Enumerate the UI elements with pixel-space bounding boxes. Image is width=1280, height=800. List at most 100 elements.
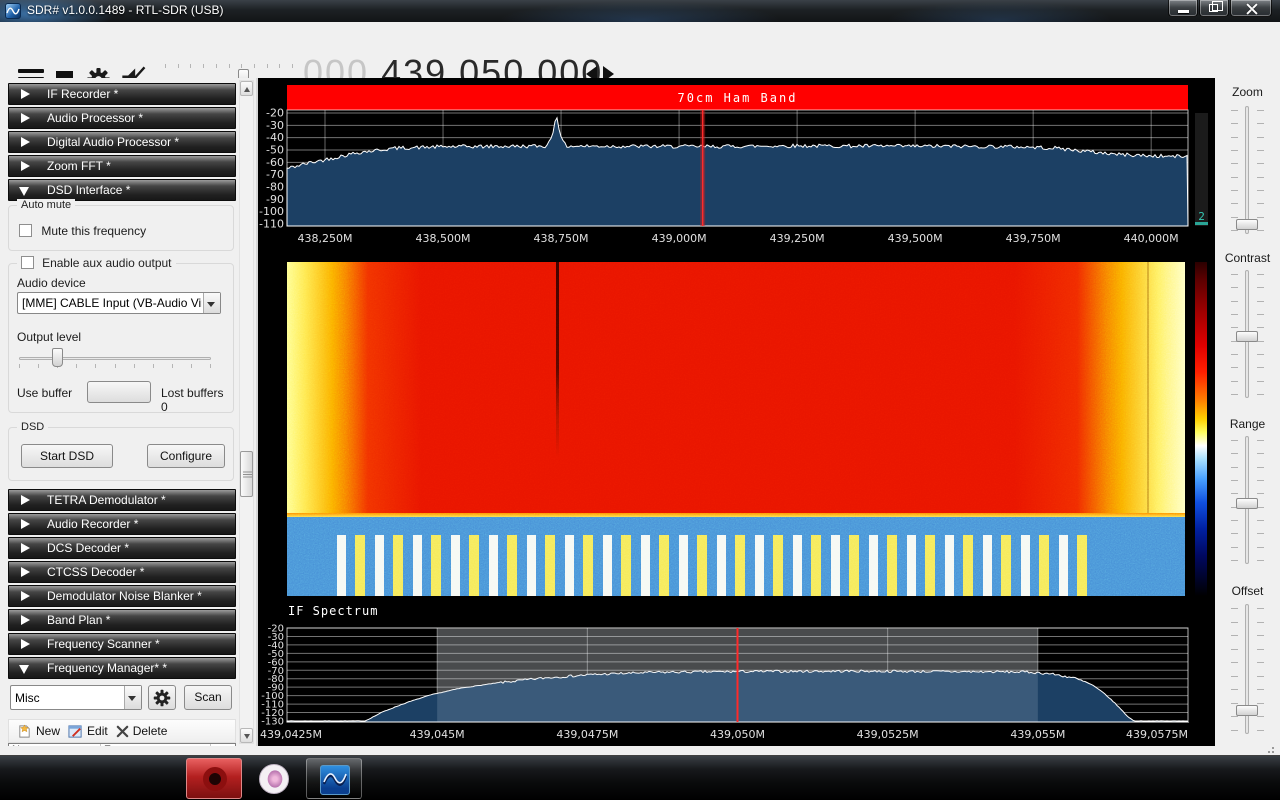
waterfall[interactable]: [258, 255, 1215, 596]
triangle-right-icon: [21, 591, 30, 601]
edit-label: Edit: [87, 724, 108, 738]
slider-tick: [1257, 547, 1264, 548]
panel-header-label: Demodulator Noise Blanker *: [47, 589, 202, 603]
y-axis-label: -100: [259, 205, 284, 218]
audio-device-value: [MME] CABLE Input (VB-Audio Virtual C: [22, 296, 202, 310]
mute-frequency-checkbox[interactable]: [19, 224, 32, 237]
slider-thumb-contrast[interactable]: [1236, 331, 1258, 342]
triangle-down-icon: [19, 665, 29, 674]
sidebar-panel-header[interactable]: Frequency Manager* *: [8, 657, 236, 679]
triangle-up-icon: [244, 87, 250, 92]
sidebar-panel-header[interactable]: Audio Processor *: [8, 107, 236, 129]
sidebar-panel-header[interactable]: DSD Interface *: [8, 179, 236, 201]
slider-tick: [1231, 649, 1238, 650]
audio-device-combo[interactable]: [MME] CABLE Input (VB-Audio Virtual C: [17, 292, 221, 314]
scroll-down-button[interactable]: [240, 728, 253, 743]
panel-header-label: TETRA Demodulator *: [47, 493, 166, 507]
opera-taskbar-button[interactable]: [186, 758, 242, 799]
freq-group-combo[interactable]: Misc: [10, 685, 142, 710]
scrollbar-thumb[interactable]: [240, 451, 253, 497]
x-axis-label: 439,250M: [770, 232, 825, 245]
x-axis-label: 439,0475M: [556, 728, 618, 741]
audio-device-combo-button[interactable]: [203, 293, 220, 313]
slider-tick: [1257, 730, 1264, 731]
configure-button[interactable]: Configure: [147, 444, 225, 468]
slider-tick: [1231, 123, 1238, 124]
slider-tick: [1257, 635, 1264, 636]
start-dsd-button[interactable]: Start DSD: [21, 444, 113, 468]
aux-audio-checkbox[interactable]: [21, 256, 34, 269]
sidebar-panel-header[interactable]: CTCSS Decoder *: [8, 561, 236, 583]
sidebar-panel-header[interactable]: Frequency Scanner *: [8, 633, 236, 655]
restore-button[interactable]: [1199, 0, 1229, 17]
slider-tick: [1257, 662, 1264, 663]
slider-tick: [1231, 137, 1238, 138]
sdrsharp-taskbar-button[interactable]: [306, 758, 362, 799]
slider-tick: [1231, 190, 1238, 191]
x-axis-label: 438,250M: [298, 232, 353, 245]
triangle-right-icon: [21, 543, 30, 553]
y-axis-label: -90: [266, 193, 284, 206]
panel-header-label: IF Recorder *: [47, 87, 118, 101]
slider-tick: [134, 364, 135, 368]
scroll-up-button[interactable]: [240, 81, 253, 96]
edit-button[interactable]: Edit: [68, 724, 108, 739]
slider-tick: [1257, 163, 1264, 164]
sidebar-panel-header[interactable]: IF Recorder *: [8, 83, 236, 105]
slider-tick: [1257, 716, 1264, 717]
taskbar: e RU: [0, 755, 1280, 800]
scan-button[interactable]: Scan: [184, 685, 232, 710]
freq-group-combo-button[interactable]: [124, 686, 141, 709]
sidebar-panel-header[interactable]: Zoom FFT *: [8, 155, 236, 177]
restore-icon: [1209, 4, 1218, 12]
slider-label-zoom: Zoom: [1215, 85, 1280, 99]
sidebar-scrollbar[interactable]: [239, 80, 254, 744]
sidebar-panel-header[interactable]: Digital Audio Processor *: [8, 131, 236, 153]
use-buffer-toggle[interactable]: [87, 381, 151, 403]
slider-tick: [1257, 367, 1264, 368]
slider-tick: [1257, 649, 1264, 650]
slider-tick: [1257, 203, 1264, 204]
freq-group-value: Misc: [15, 691, 123, 705]
slider-tick: [1231, 608, 1238, 609]
slider-thumb-range[interactable]: [1236, 498, 1258, 509]
x-axis-label: 439,0425M: [260, 728, 322, 741]
auto-mute-legend: Auto mute: [17, 199, 75, 211]
sidebar-panel-header[interactable]: Band Plan *: [8, 609, 236, 631]
panel-header-label: Band Plan *: [47, 613, 110, 627]
y-axis-label: -130: [261, 717, 284, 728]
if-spectrum-chart[interactable]: IF Spectrum-20-30-40-50-60-70-80-90-100-…: [258, 598, 1215, 746]
title-bar: SDR# v1.0.0.1489 - RTL-SDR (USB): [0, 0, 1280, 22]
sidebar-panel-header[interactable]: Audio Recorder *: [8, 513, 236, 535]
freq-manager-gear-button[interactable]: [148, 685, 176, 710]
slider-tick: [1231, 520, 1238, 521]
x-axis-label: 438,750M: [534, 232, 589, 245]
new-button[interactable]: New: [17, 724, 60, 739]
output-level-thumb[interactable]: [52, 348, 63, 367]
y-axis-label: -40: [266, 131, 284, 144]
app-taskbar-button[interactable]: [246, 758, 302, 799]
slider-tick: [1231, 622, 1238, 623]
slider-thumb-zoom[interactable]: [1236, 219, 1258, 230]
sidebar-panel-header[interactable]: TETRA Demodulator *: [8, 489, 236, 511]
triangle-right-icon: [21, 161, 30, 171]
slider-tick: [1257, 507, 1264, 508]
sidebar-panel-header[interactable]: Demodulator Noise Blanker *: [8, 585, 236, 607]
slider-tick: [1231, 367, 1238, 368]
dsd-group: DSD Start DSD Configure: [8, 427, 234, 481]
delete-button[interactable]: Delete: [116, 724, 168, 738]
output-level-slider[interactable]: [19, 348, 211, 368]
plugin-panels-top: IF Recorder * Audio Processor *Digital Au…: [8, 83, 236, 201]
minimize-button[interactable]: [1168, 0, 1198, 17]
slider-track[interactable]: [1245, 106, 1249, 234]
slider-thumb-offset[interactable]: [1236, 705, 1258, 716]
dsd-legend: DSD: [17, 421, 48, 433]
rf-spectrum-chart[interactable]: 70cm Ham Band-20-30-40-50-60-70-80-90-10…: [258, 78, 1215, 253]
sidebar-panel-header[interactable]: DCS Decoder *: [8, 537, 236, 559]
x-axis-label: 439,750M: [1006, 232, 1061, 245]
panel-header-label: Zoom FFT *: [47, 159, 111, 173]
panel-header-label: CTCSS Decoder *: [47, 565, 144, 579]
slider-tick: [1231, 703, 1238, 704]
close-button[interactable]: [1230, 0, 1272, 17]
window-bottom-edge: [0, 746, 1280, 755]
